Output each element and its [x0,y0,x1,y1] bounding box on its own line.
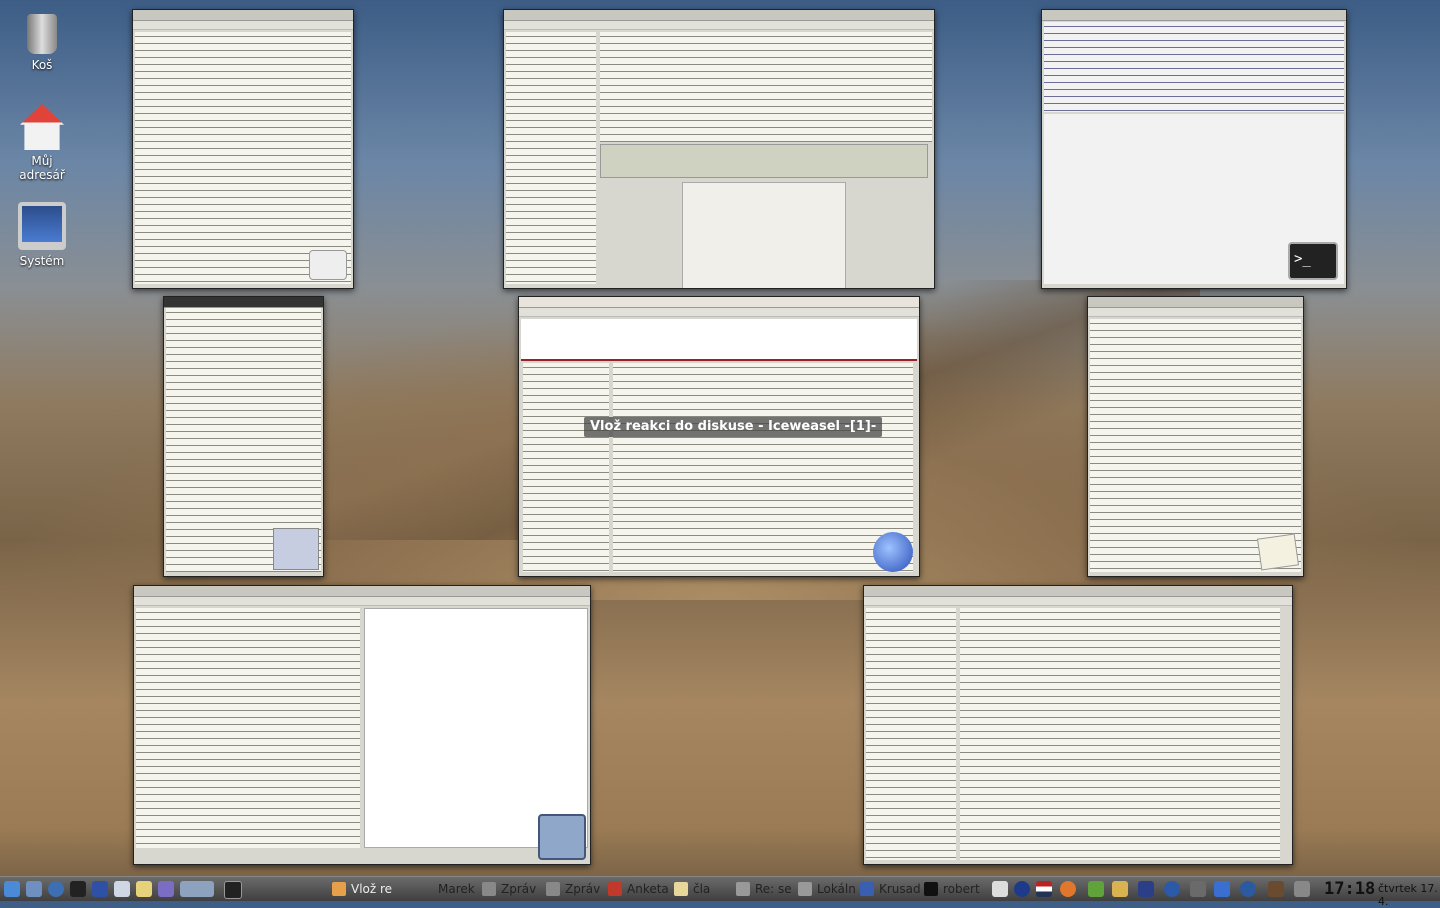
home-folder-icon [20,104,64,150]
computer-icon [18,202,66,250]
clock[interactable]: 17:18 [1324,879,1375,899]
task-re-se[interactable]: Re: se [736,880,792,898]
window-thumbnail-discussion[interactable] [863,585,1293,865]
window-thumbnail-mail[interactable] [132,9,354,289]
text-editor-icon [1256,533,1300,571]
weather-tray-icon[interactable] [1112,881,1128,897]
pen-tray-icon[interactable] [992,881,1008,897]
desktop-icon-label: Můj adresář [19,154,65,182]
desktop-pager-icon[interactable] [224,881,242,899]
mail-icon [736,882,750,896]
volume-tray-icon[interactable] [1190,881,1206,897]
task-anketa[interactable]: Anketa [608,880,669,898]
task-zpravy-1[interactable]: Zpráv [482,880,536,898]
people-tray-icon[interactable] [1294,881,1310,897]
desktop-icon-label: Systém [19,254,65,268]
terminal-icon: >_ [1288,242,1338,280]
apps-tray-icon[interactable] [1088,881,1104,897]
date[interactable]: čtvrtek 17. 4. [1378,882,1440,908]
task-label: Re: se [755,882,792,896]
window-switcher-icon[interactable] [180,881,214,897]
chat-icon [482,882,496,896]
updates-tray-icon[interactable] [1060,881,1076,897]
task-label: Krusad [879,882,921,896]
task-label: Marek [438,882,475,896]
file-manager-icon [860,882,874,896]
desktop-icon-label: Koš [31,58,53,72]
terminal-launcher-icon[interactable] [70,881,86,897]
selected-window-caption: Vlož reakci do diskuse - Iceweasel -[1]- [584,417,883,437]
editor-launcher-icon[interactable] [136,881,152,897]
task-label: robert [943,882,980,896]
browser-tab-icon [608,882,622,896]
workspace-icon[interactable] [92,881,108,897]
task-lokalni[interactable]: Lokáln [798,880,856,898]
network-tray-icon[interactable] [1014,881,1030,897]
window-thumbnail-irc[interactable] [163,296,324,577]
task-label: čla [693,882,711,896]
user-tray-icon[interactable] [1268,881,1284,897]
messenger-tray-icon[interactable] [1214,881,1230,897]
file-manager-icon [538,814,586,860]
document-icon [674,882,688,896]
task-clanek[interactable]: čla [674,880,710,898]
window-thumbnail-file-manager[interactable] [133,585,591,865]
media-tray-icon[interactable] [1164,881,1180,897]
search-icon[interactable] [26,881,42,897]
task-robert[interactable]: robert [924,880,980,898]
trash-icon [27,14,57,54]
browser-launcher-icon[interactable] [48,881,64,897]
desktop-icon-home[interactable]: Můj adresář [8,104,76,182]
desktop-icon-trash[interactable]: Koš [8,14,76,72]
task-label: Lokáln [817,882,856,896]
mail-launcher-icon[interactable] [114,881,130,897]
task-iceweasel[interactable]: Vlož re [332,880,392,898]
iceweasel-icon [873,532,913,572]
task-label: Vlož re [351,882,393,896]
taskbar: Vlož re Marek Zpráv Zpráv Anketa čla Re:… [0,876,1440,908]
mail-icon [309,250,347,280]
task-zpravy-2[interactable]: Zpráv [546,880,600,898]
menu-icon[interactable] [4,881,20,897]
terminal-icon [924,882,938,896]
device-tray-icon[interactable] [1138,881,1154,897]
firefox-icon [332,882,346,896]
window-thumbnail-editor[interactable] [1087,296,1304,577]
settings-icon[interactable] [158,881,174,897]
task-label: Zpráv [565,882,601,896]
task-krusader[interactable]: Krusad [860,880,921,898]
task-label: Zpráv [501,882,537,896]
desktop-icon-system[interactable]: Systém [8,202,76,268]
mail-icon [798,882,812,896]
task-label: Anketa [627,882,669,896]
chat-icon [546,882,560,896]
task-marek[interactable]: Marek [438,880,475,898]
window-thumbnail-terminal[interactable]: >_ [1041,9,1347,289]
keyboard-layout-icon[interactable] [1036,881,1052,897]
window-thumbnail-browser[interactable] [503,9,935,289]
clock-tray-icon[interactable] [1240,881,1256,897]
